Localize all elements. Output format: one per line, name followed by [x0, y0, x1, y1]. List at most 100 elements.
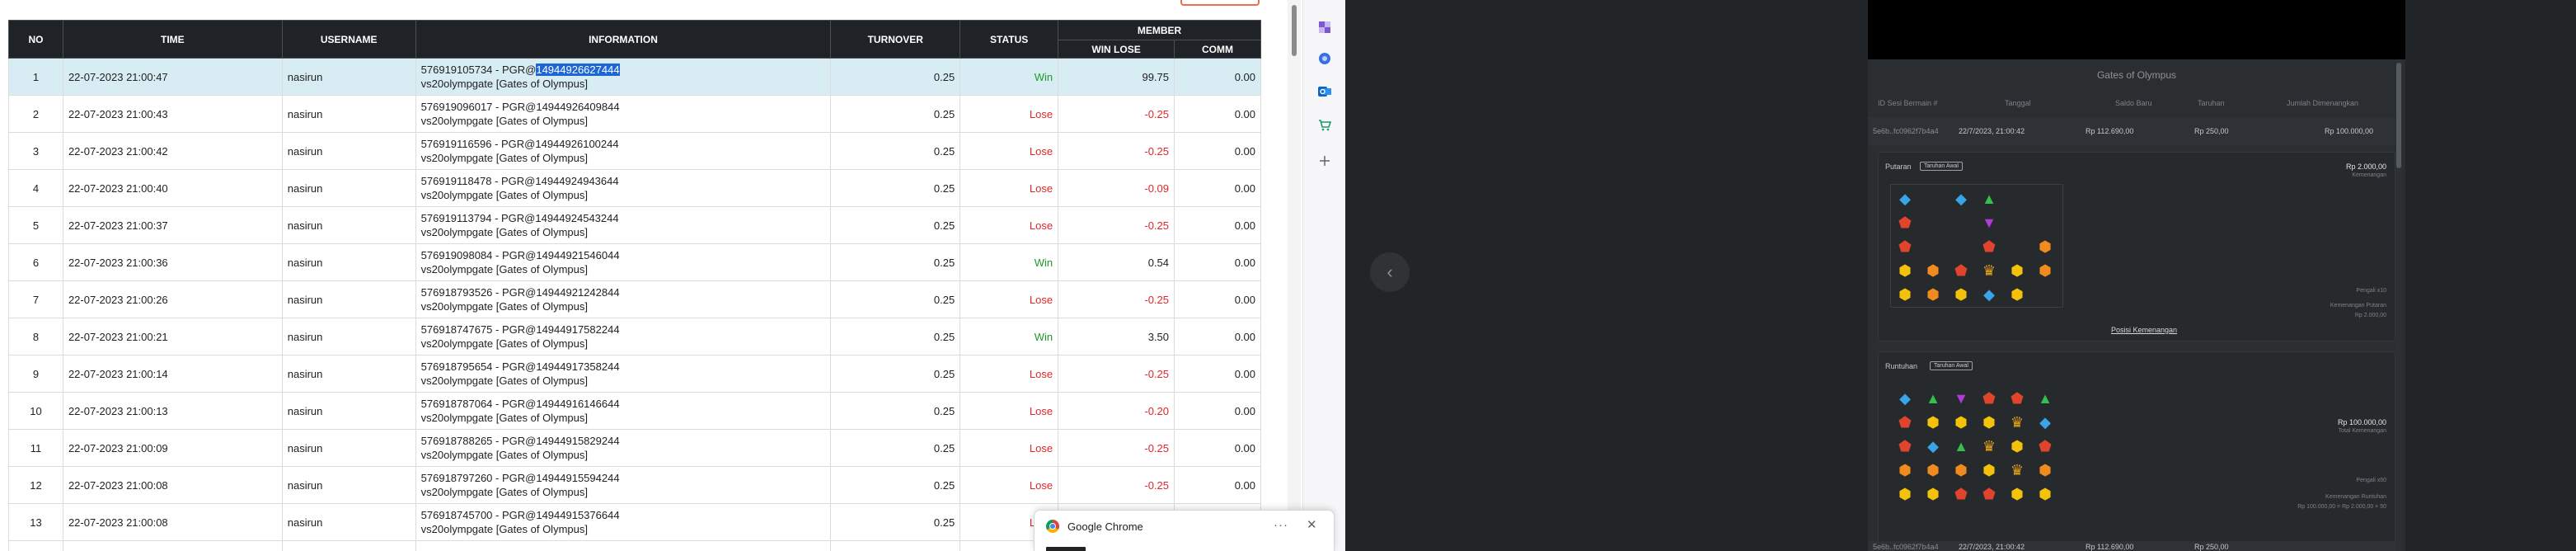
crown-icon: ♛ — [1982, 262, 1997, 279]
row-username: nasirun — [281, 243, 416, 281]
previous-button[interactable]: ‹ — [1370, 252, 1410, 292]
row-information[interactable]: 576918745700 - PGR@14944915376644 vs20oly… — [415, 503, 832, 541]
row-status: Lose — [960, 280, 1059, 318]
game-title: Gates of Olympus — [2096, 69, 2177, 81]
spin-card: Putaran Taruhan Awal Rp 2.000,00 Kemenan… — [1878, 152, 2395, 341]
yellow-gem-icon: ⬢ — [2011, 286, 2024, 303]
row-information[interactable]: 576919098084 - PGR@14944921546044 vs20oly… — [415, 243, 832, 281]
yellow-gem-icon: ⬢ — [1926, 414, 1940, 431]
row-information[interactable]: 576918793526 - PGR@14944921242844 vs20oly… — [415, 280, 832, 318]
row-win-lose: -0.09 — [1058, 169, 1175, 207]
row-information[interactable]: 576918797260 - PGR@14944915594244 vs20oly… — [415, 466, 832, 504]
tumble-amount: Rp 100.000,00 — [2337, 418, 2386, 426]
page-scrollbar-thumb[interactable] — [1292, 5, 1297, 56]
row-comm: 0.00 — [1174, 58, 1261, 96]
yellow-gem-icon: ⬢ — [2011, 486, 2024, 502]
table-row[interactable]: 6 22-07-2023 21:00:36 nasirun 576919098084 … — [8, 243, 1261, 281]
report-panel: NO TIME USERNAME INFORMATION TURNOVER ST… — [0, 0, 1302, 551]
winning-positions-link[interactable]: Posisi Kemenangan — [2111, 326, 2177, 334]
col-new-balance: Saldo Baru — [2115, 99, 2152, 107]
row-balance: Rp 112.690,00 — [2086, 543, 2134, 551]
row-information[interactable]: 576919116596 - PGR@14944926100244 vs20oly… — [415, 132, 832, 170]
col-turnover[interactable]: TURNOVER — [830, 20, 961, 59]
round-id: 576919116596 - PGR@14944926100244 — [420, 138, 619, 150]
table-row[interactable]: 10 22-07-2023 21:00:13 nasirun 576918787064… — [8, 392, 1261, 430]
row-information[interactable]: 576919096017 - PGR@14944926409844 vs20oly… — [415, 95, 832, 133]
table-row[interactable]: 1 22-07-2023 21:00:47 nasirun 576919105734 … — [8, 58, 1261, 96]
row-no: 2 — [8, 95, 63, 133]
row-time: 22-07-2023 21:00:47 — [62, 58, 283, 96]
row-win-lose: -0.25 — [1058, 132, 1175, 170]
page-scrollbar[interactable] — [1288, 0, 1301, 551]
row-time: 22-07-2023 21:00:08 — [62, 466, 283, 504]
row-turnover — [830, 540, 961, 551]
game-name: vs20olympgate [Gates of Olympus] — [420, 152, 588, 164]
game-name: vs20olympgate [Gates of Olympus] — [420, 300, 588, 313]
row-win-lose: -0.25 — [1058, 206, 1175, 244]
blue-gem-icon: ◆ — [2039, 414, 2051, 431]
row-status: Lose — [960, 132, 1059, 170]
yellow-gem-icon: ⬢ — [1898, 286, 1912, 303]
table-row[interactable]: 2 22-07-2023 21:00:43 nasirun 576919096017 … — [8, 95, 1261, 133]
row-information[interactable]: 576919113794 - PGR@14944924543244 vs20oly… — [415, 206, 832, 244]
orange-gem-icon: ⬢ — [1954, 462, 1968, 478]
row-username: nasirun — [281, 132, 416, 170]
col-time[interactable]: TIME — [62, 20, 283, 59]
row-information[interactable]: 576919105734 - PGR@14944926627444 vs20oly… — [415, 58, 832, 96]
row-username: nasirun — [281, 280, 416, 318]
selected-text[interactable]: 14944926627444 — [536, 64, 620, 76]
table-row[interactable]: 11 22-07-2023 21:00:09 nasirun 576918788265… — [8, 429, 1261, 467]
row-turnover: 0.25 — [830, 58, 961, 96]
row-information[interactable]: 576919118478 - PGR@14944924943644 vs20oly… — [415, 169, 832, 207]
chess-icon[interactable] — [1316, 18, 1334, 36]
col-win-lose[interactable]: WIN LOSE — [1058, 40, 1175, 59]
round-id: 576918788265 - PGR@14944915829244 — [420, 435, 620, 447]
chrome-notification[interactable]: Google Chrome ··· ✕ — [1034, 510, 1335, 551]
row-turnover: 0.25 — [830, 429, 961, 467]
row-no: 4 — [8, 169, 63, 207]
table-row[interactable]: 8 22-07-2023 21:00:21 nasirun 576918747675 … — [8, 318, 1261, 356]
orange-gem-icon: ⬢ — [1898, 462, 1912, 478]
col-status[interactable]: STATUS — [960, 20, 1059, 59]
top-action-button[interactable] — [1180, 0, 1260, 6]
plus-icon[interactable] — [1316, 152, 1334, 170]
row-username: nasirun — [281, 318, 416, 356]
row-information[interactable]: 576918770160 - PGR@14944914981044 — [415, 540, 832, 551]
row-information[interactable]: 576918795654 - PGR@14944917358244 vs20oly… — [415, 355, 832, 393]
crown-icon: ♛ — [2010, 462, 2025, 478]
table-row[interactable]: 3 22-07-2023 21:00:42 nasirun 576919116596 … — [8, 132, 1261, 170]
row-time: 22-07-2023 21:00:08 — [62, 503, 283, 541]
round-id: 576919118478 - PGR@14944924943644 — [420, 175, 619, 187]
col-information[interactable]: INFORMATION — [415, 20, 832, 59]
table-row[interactable]: 12 22-07-2023 21:00:08 nasirun 576918797260… — [8, 466, 1261, 504]
row-information[interactable]: 576918747675 - PGR@14944917582244 vs20oly… — [415, 318, 832, 356]
col-no[interactable]: NO — [8, 20, 63, 59]
row-turnover: 0.25 — [830, 318, 961, 356]
row-time: 22-07-2023 21:00:09 — [62, 429, 283, 467]
bet-pill: Taruhan Awal — [1920, 162, 1963, 171]
row-username: nasirun — [281, 355, 416, 393]
table-row[interactable]: 9 22-07-2023 21:00:14 nasirun 576918795654 … — [8, 355, 1261, 393]
shopping-icon[interactable] — [1316, 115, 1334, 134]
outlook-icon[interactable] — [1316, 82, 1334, 101]
col-username[interactable]: USERNAME — [281, 20, 416, 59]
row-no: 9 — [8, 355, 63, 393]
row-win-lose: -0.25 — [1058, 429, 1175, 467]
more-options-icon[interactable]: ··· — [1274, 518, 1288, 532]
yellow-gem-icon: ⬢ — [2011, 438, 2024, 454]
row-username: nasirun — [281, 58, 416, 96]
table-row[interactable]: 5 22-07-2023 21:00:37 nasirun 576919113794 … — [8, 206, 1261, 244]
table-row[interactable]: 7 22-07-2023 21:00:26 nasirun 576918793526 … — [8, 280, 1261, 318]
row-time — [62, 540, 283, 551]
copilot-icon[interactable] — [1316, 49, 1334, 68]
row-information[interactable]: 576918787064 - PGR@14944916146644 vs20oly… — [415, 392, 832, 430]
col-comm[interactable]: COMM — [1174, 40, 1261, 59]
row-turnover: 0.25 — [830, 95, 961, 133]
close-icon[interactable]: ✕ — [1307, 517, 1317, 532]
row-information[interactable]: 576918788265 - PGR@14944915829244 vs20oly… — [415, 429, 832, 467]
row-comm: 0.00 — [1174, 132, 1261, 170]
table-row[interactable]: 4 22-07-2023 21:00:40 nasirun 576919118478 … — [8, 169, 1261, 207]
row-turnover: 0.25 — [830, 169, 961, 207]
spin-win-label: Kemenangan Putaran — [2330, 303, 2386, 308]
orange-gem-icon: ⬢ — [2039, 462, 2052, 478]
